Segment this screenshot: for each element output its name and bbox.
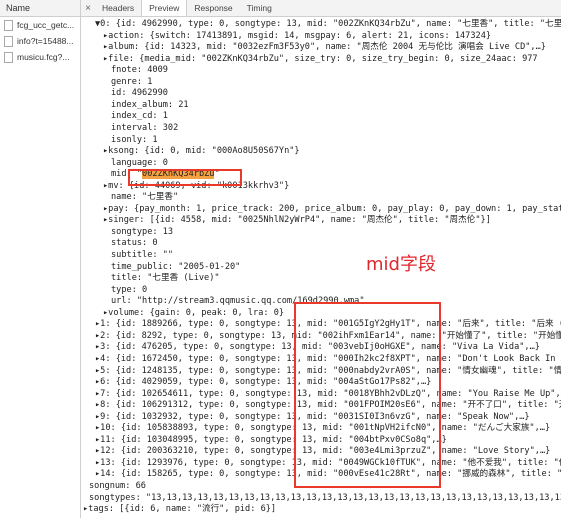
json-line[interactable]: isonly: 1 <box>111 135 158 146</box>
request-item[interactable]: musicu.fcg?... <box>0 49 80 65</box>
request-item-label: fcg_ucc_getc... <box>17 20 75 30</box>
request-list-panel: Name fcg_ucc_getc... info?t=15488... mus… <box>0 0 81 518</box>
json-line[interactable]: id: 4962990 <box>111 88 168 99</box>
request-item[interactable]: fcg_ucc_getc... <box>0 17 80 33</box>
json-line[interactable]: ▸action: {switch: 17413891, msgid: 14, m… <box>103 31 491 42</box>
tab-headers[interactable]: Headers <box>95 0 141 16</box>
json-line[interactable]: language: 0 <box>111 158 168 169</box>
json-line[interactable]: ▸singer: [{id: 4558, mid: "0025NhlN2yWrP… <box>103 215 491 226</box>
json-line[interactable]: songtype: 13 <box>111 227 173 238</box>
json-line[interactable]: index_cd: 1 <box>111 111 168 122</box>
mid-values-box <box>294 302 441 488</box>
file-icon <box>4 35 13 47</box>
json-line[interactable]: title: "七里香 (Live)" <box>111 273 220 284</box>
json-line[interactable]: ▸tags: [{id: 6, name: "流行", pid: 6}] <box>83 504 276 515</box>
file-icon <box>4 19 13 31</box>
tab-response[interactable]: Response <box>187 0 239 16</box>
mid-highlight-box <box>128 169 242 186</box>
json-line[interactable]: time_public: "2005-01-20" <box>111 262 240 273</box>
json-line[interactable]: interval: 302 <box>111 123 178 134</box>
json-line[interactable]: index_album: 21 <box>111 100 189 111</box>
json-line[interactable]: ▸ksong: {id: 0, mid: "000Ao8U50S67Yn"} <box>103 146 300 157</box>
file-icon <box>4 51 13 63</box>
name-column-header[interactable]: Name <box>0 0 80 17</box>
json-line[interactable]: type: 0 <box>111 285 147 296</box>
json-line[interactable]: ▸file: {media_mid: "002ZKnKQ34rbZu", siz… <box>103 54 538 65</box>
json-line[interactable]: status: 0 <box>111 238 158 249</box>
annotation-label: mid字段 <box>366 254 436 275</box>
json-line[interactable]: ▼0: {id: 4962990, type: 0, songtype: 13,… <box>95 19 561 30</box>
details-tab-bar: × Headers Preview Response Timing <box>81 0 561 17</box>
close-icon[interactable]: × <box>81 3 95 14</box>
json-line[interactable]: name: "七里香" <box>111 192 178 203</box>
json-line[interactable]: genre: 1 <box>111 77 152 88</box>
request-item[interactable]: info?t=15488... <box>0 33 80 49</box>
tab-timing[interactable]: Timing <box>240 0 279 16</box>
json-line[interactable]: ▸volume: {gain: 0, peak: 0, lra: 0} <box>103 308 284 319</box>
request-item-label: info?t=15488... <box>17 36 74 46</box>
json-line[interactable]: songnum: 66 <box>89 481 146 492</box>
json-line[interactable]: ▸pay: {pay_month: 1, price_track: 200, p… <box>103 204 561 215</box>
json-line[interactable]: songtypes: "13,13,13,13,13,13,13,13,13,1… <box>89 493 561 504</box>
json-line[interactable]: subtitle: "" <box>111 250 173 261</box>
tab-preview[interactable]: Preview <box>141 0 188 16</box>
json-line[interactable]: ▸album: {id: 14323, mid: "0032ezFm3F53y0… <box>103 42 546 53</box>
request-item-label: musicu.fcg?... <box>17 52 70 62</box>
json-line[interactable]: fnote: 4009 <box>111 65 168 76</box>
